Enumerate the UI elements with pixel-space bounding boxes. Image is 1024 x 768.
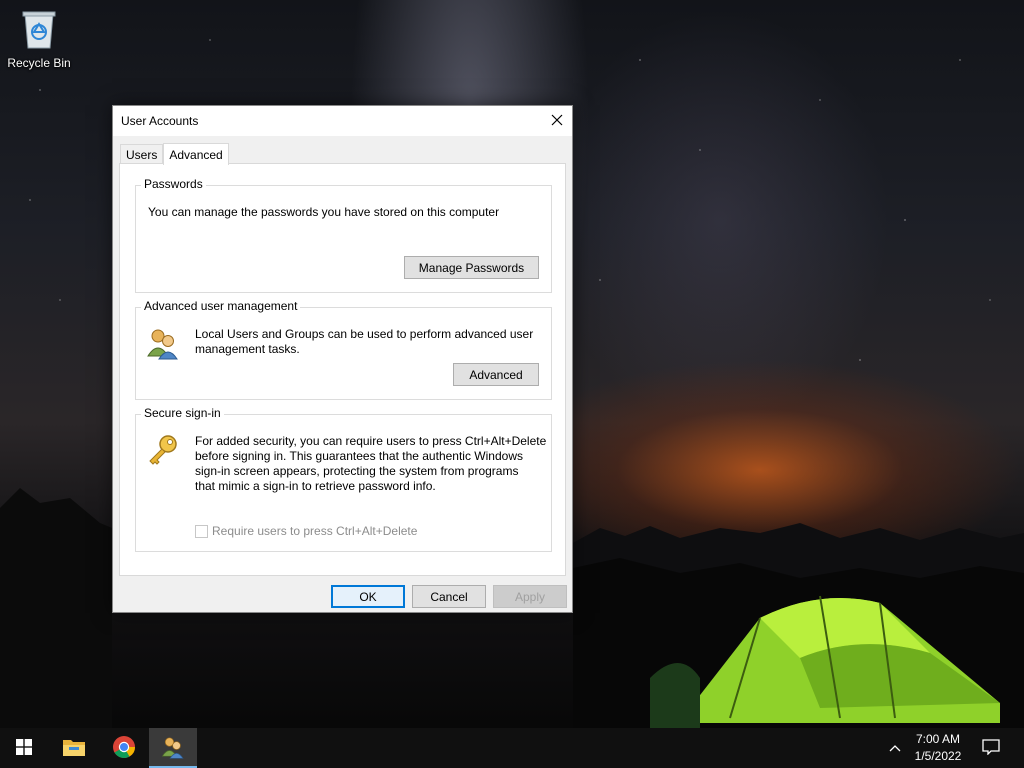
manage-passwords-button[interactable]: Manage Passwords bbox=[404, 256, 539, 279]
users-icon bbox=[146, 326, 180, 363]
secure-signin-group: Secure sign-in For added security, you c… bbox=[135, 406, 552, 552]
secure-signin-text-line4: that mimic a sign-in to retrieve passwor… bbox=[195, 479, 436, 493]
dialog-titlebar[interactable]: User Accounts bbox=[113, 106, 572, 136]
tab-users[interactable]: Users bbox=[120, 144, 164, 164]
secure-signin-text-line1: For added security, you can require user… bbox=[195, 434, 547, 448]
users-icon bbox=[161, 735, 185, 762]
advanced-user-management-text-line2: management tasks. bbox=[195, 342, 300, 356]
clock-date: 1/5/2022 bbox=[914, 749, 962, 763]
advanced-user-management-group: Advanced user management Local Users and… bbox=[135, 299, 552, 400]
require-ctrl-alt-delete-row: Require users to press Ctrl+Alt+Delete bbox=[195, 524, 417, 538]
taskbar-user-accounts[interactable] bbox=[149, 728, 197, 768]
dialog-title: User Accounts bbox=[121, 114, 199, 128]
chevron-up-icon bbox=[889, 741, 901, 755]
ok-button[interactable]: OK bbox=[331, 585, 405, 608]
folder-icon bbox=[62, 737, 86, 760]
advanced-user-management-text-line1: Local Users and Groups can be used to pe… bbox=[195, 327, 534, 341]
taskbar-clock[interactable]: 7:00 AM 1/5/2022 bbox=[908, 731, 968, 765]
start-button[interactable] bbox=[0, 728, 48, 768]
taskbar-chrome[interactable] bbox=[100, 728, 148, 768]
close-icon bbox=[551, 114, 563, 129]
chrome-icon bbox=[112, 735, 136, 762]
secure-signin-text-line2: before signing in. This guarantees that … bbox=[195, 449, 523, 463]
passwords-group: Passwords You can manage the passwords y… bbox=[135, 177, 552, 293]
desktop-icon-label: Recycle Bin bbox=[7, 56, 71, 70]
desktop-icon-recycle-bin[interactable]: Recycle Bin bbox=[4, 6, 74, 76]
taskbar: 7:00 AM 1/5/2022 bbox=[0, 728, 1024, 768]
taskbar-file-explorer[interactable] bbox=[50, 728, 98, 768]
advanced-tab-panel: Passwords You can manage the passwords y… bbox=[119, 163, 566, 576]
key-icon bbox=[146, 433, 180, 470]
apply-button[interactable]: Apply bbox=[493, 585, 567, 608]
windows-logo-icon bbox=[16, 738, 32, 758]
require-ctrl-alt-delete-checkbox[interactable] bbox=[195, 524, 208, 538]
secure-signin-text-line3: sign-in screen appears, protecting the s… bbox=[195, 464, 519, 478]
notification-icon bbox=[982, 738, 1000, 758]
close-button[interactable] bbox=[542, 106, 572, 136]
tab-strip: Users Advanced bbox=[120, 143, 229, 165]
passwords-group-title: Passwords bbox=[141, 177, 206, 191]
advanced-button[interactable]: Advanced bbox=[453, 363, 539, 386]
secure-signin-title: Secure sign-in bbox=[141, 406, 224, 420]
action-center-button[interactable] bbox=[968, 728, 1014, 768]
clock-time: 7:00 AM bbox=[915, 732, 961, 746]
require-ctrl-alt-delete-label: Require users to press Ctrl+Alt+Delete bbox=[212, 524, 418, 538]
user-accounts-dialog: User Accounts Users Advanced Passwords Y… bbox=[112, 105, 573, 613]
passwords-description: You can manage the passwords you have st… bbox=[148, 205, 500, 219]
advanced-user-management-title: Advanced user management bbox=[141, 299, 301, 313]
cancel-button[interactable]: Cancel bbox=[412, 585, 486, 608]
recycle-bin-icon bbox=[19, 6, 59, 53]
tab-advanced[interactable]: Advanced bbox=[163, 143, 229, 165]
